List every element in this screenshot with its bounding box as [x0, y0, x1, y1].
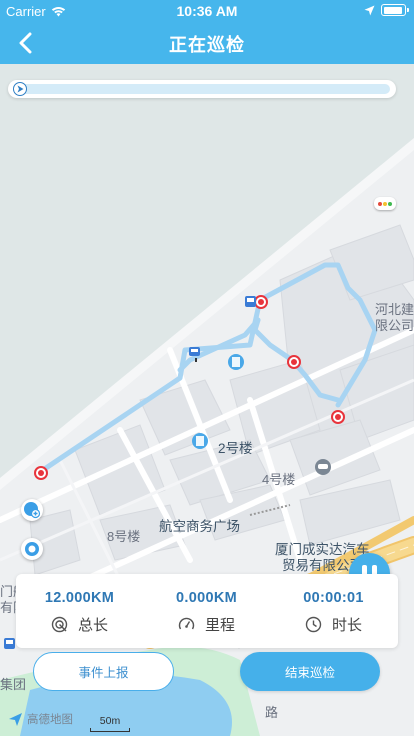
person-add-icon — [24, 502, 41, 519]
stat-total-length: 12.000KM 总长 — [16, 574, 143, 648]
bus-stop-icon — [4, 638, 15, 649]
amap-logo-text: 高德地图 — [27, 714, 73, 726]
building-pin-icon — [228, 354, 244, 370]
location-arrow-icon — [364, 5, 375, 15]
duration-value: 00:00:01 — [303, 590, 364, 606]
map-label-road: 路 — [265, 705, 279, 720]
target-icon — [51, 616, 68, 633]
mileage-label: 里程 — [204, 617, 235, 634]
status-bar: Carrier 10:36 AM — [0, 0, 414, 22]
traffic-toggle[interactable] — [374, 197, 396, 210]
report-event-button[interactable]: 事件上报 — [33, 652, 174, 691]
page-title: 正在巡检 — [169, 35, 245, 55]
map-label-building-4: 4号楼 — [262, 472, 296, 487]
duration-label: 时长 — [331, 617, 362, 634]
speedometer-icon — [178, 617, 195, 630]
clock-icon — [305, 616, 322, 633]
map-label-hebei-line2: 限公司 — [375, 318, 414, 333]
progress-track — [16, 84, 390, 94]
total-length-label: 总长 — [77, 617, 108, 634]
map-label-left-line3: 集团 — [0, 677, 27, 692]
map-label-plaza: 航空商务广场 — [159, 519, 240, 534]
nav-bar: 正在巡检 — [0, 22, 414, 64]
bus-stop-icon — [245, 296, 256, 307]
battery-icon — [381, 4, 409, 16]
star-marker-1 — [254, 295, 268, 309]
total-length-value: 12.000KM — [44, 590, 115, 606]
map-scale-bar — [90, 728, 130, 732]
play-marker-icon[interactable] — [13, 82, 27, 96]
stat-duration: 00:00:01 时长 — [270, 574, 397, 648]
current-location-marker[interactable] — [21, 538, 43, 560]
patrol-stats-card: 12.000KM 总长 0.000KM 里程 00:00:01 时长 — [16, 574, 398, 648]
user-pin-marker[interactable] — [21, 499, 43, 521]
traffic-red-dot — [378, 201, 382, 206]
mileage-value: 0.000KM — [176, 590, 237, 606]
bus-stop-icon — [189, 347, 200, 356]
amap-logo: 高德地图 — [8, 711, 73, 727]
map-scale-label: 50m — [99, 715, 121, 727]
star-marker-3 — [331, 410, 345, 424]
traffic-green-dot — [388, 201, 392, 206]
app-header: Carrier 10:36 AM 正在巡检 — [0, 0, 414, 64]
status-right — [364, 4, 409, 16]
map-label-building-2: 2号楼 — [218, 441, 253, 456]
traffic-yellow-dot — [383, 201, 387, 206]
location-dot-icon — [25, 542, 39, 556]
end-patrol-button[interactable]: 结束巡检 — [240, 652, 380, 691]
status-time: 10:36 AM — [176, 3, 238, 19]
star-marker-4 — [34, 466, 48, 480]
amap-logo-icon — [9, 712, 22, 726]
building-pin-icon — [192, 433, 208, 449]
battery-level — [383, 6, 403, 14]
patrol-progress-bar[interactable] — [8, 80, 396, 98]
star-marker-2 — [287, 355, 301, 369]
stat-mileage: 0.000KM 里程 — [143, 574, 270, 648]
map-label-building-8: 8号楼 — [107, 529, 141, 544]
car-dealer-icon — [315, 459, 331, 475]
